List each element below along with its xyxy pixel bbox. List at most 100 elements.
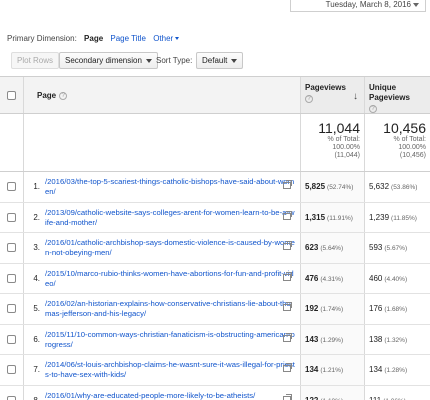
unique-pageviews-value: 1,239 (11.85%) xyxy=(369,213,417,222)
row-rank: 1. xyxy=(33,182,40,191)
chevron-down-icon xyxy=(231,58,238,63)
page-path-link[interactable]: /2013/09/catholic-website-says-colleges-… xyxy=(45,208,295,228)
plot-rows-button[interactable]: Plot Rows xyxy=(11,52,60,69)
totals-unique-values: 10,456 % of Total: 100.00% (10,456) xyxy=(383,120,426,160)
table-row: 6. /2015/11/10-common-ways-christian-fan… xyxy=(0,324,430,355)
select-all-checkbox[interactable] xyxy=(7,91,16,100)
header-unique-text: Unique Pageviews? xyxy=(369,83,423,113)
unique-pageviews-number: 176 xyxy=(369,304,383,313)
external-link-icon[interactable] xyxy=(283,363,292,372)
page-path-link[interactable]: /2015/10/marco-rubio-thinks-women-have-a… xyxy=(45,269,295,289)
dimension-page-title[interactable]: Page Title xyxy=(110,34,146,43)
page-path-link[interactable]: /2015/11/10-common-ways-christian-fanati… xyxy=(45,330,295,350)
external-link-icon[interactable] xyxy=(283,210,292,220)
unique-pageviews-value: 593 (5.67%) xyxy=(369,243,407,252)
unique-pageviews-number: 138 xyxy=(369,334,383,344)
row-checkbox-cell xyxy=(0,233,24,263)
external-link-icon[interactable] xyxy=(283,180,292,189)
pageviews-percent: (11.91%) xyxy=(327,214,353,222)
page-path-link[interactable]: /2016/03/the-top-5-scariest-things-catho… xyxy=(45,177,295,197)
header-pageviews-label: Pageviews xyxy=(305,83,346,92)
row-checkbox[interactable] xyxy=(7,243,16,252)
row-checkbox[interactable] xyxy=(7,273,16,283)
row-checkbox-cell xyxy=(0,202,24,232)
help-icon[interactable]: ? xyxy=(59,91,68,100)
table-row: 7. /2014/06/st-louis-archbishop-claims-h… xyxy=(0,355,430,386)
dimension-other[interactable]: Other xyxy=(153,34,180,43)
unique-pageviews-value: 460 (4.40%) xyxy=(369,274,407,283)
pageviews-percent: (1.29%) xyxy=(320,336,344,344)
dimension-page[interactable]: Page xyxy=(84,34,103,43)
table-row: 2. /2013/09/catholic-website-says-colleg… xyxy=(0,202,430,233)
unique-pageviews-percent: (1.32%) xyxy=(384,336,408,344)
external-link-icon[interactable] xyxy=(283,241,292,250)
table-row: 4. /2015/10/marco-rubio-thinks-women-hav… xyxy=(0,263,430,294)
unique-pageviews-value: 5,632 (53.86%) xyxy=(369,182,417,191)
header-page-label: Page xyxy=(37,91,57,100)
total-unique-pct: 100.00% xyxy=(398,144,426,151)
row-checkbox[interactable] xyxy=(7,304,16,313)
row-rank: 8. xyxy=(33,395,40,400)
external-link-icon[interactable] xyxy=(283,302,292,311)
header-pageviews[interactable]: Pageviews? ↓ xyxy=(300,77,364,113)
primary-dimension-bar: Primary Dimension: Page Page Title Other xyxy=(7,34,180,43)
external-link-icon[interactable] xyxy=(283,271,292,281)
chevron-down-icon xyxy=(145,58,152,63)
sort-type-value: Default xyxy=(202,56,228,65)
unique-pageviews-value: 111(1.06%) xyxy=(369,396,406,400)
sort-type-dropdown[interactable]: Default xyxy=(196,52,244,69)
row-checkbox[interactable] xyxy=(7,182,16,191)
pageviews-percent: (1.21%) xyxy=(320,367,344,374)
table-row: 5. /2016/02/an-historian-explains-how-co… xyxy=(0,294,430,325)
row-checkbox[interactable] xyxy=(7,334,16,344)
help-icon[interactable]: ? xyxy=(369,105,377,113)
chevron-down-icon xyxy=(413,2,419,7)
pageviews-number: 192 xyxy=(305,304,319,313)
unique-pageviews-number: 460 xyxy=(369,273,383,283)
page-path-link[interactable]: /2014/06/st-louis-archbishop-claims-he-w… xyxy=(45,360,295,380)
pageviews-value: 1,315 (11.91%) xyxy=(305,213,353,222)
pageviews-number: 623 xyxy=(305,243,319,252)
row-checkbox[interactable] xyxy=(7,212,16,222)
table-header: Page? Pageviews? ↓ Unique Pageviews? xyxy=(0,77,430,114)
sort-descending-icon[interactable]: ↓ xyxy=(353,91,358,102)
header-unique-pageviews[interactable]: Unique Pageviews? xyxy=(364,77,430,113)
total-pageviews-pct: 100.00% xyxy=(332,144,360,151)
external-link-icon[interactable] xyxy=(283,393,292,400)
dimension-other-label: Other xyxy=(153,34,174,43)
header-pageviews-text: Pageviews? xyxy=(305,83,346,103)
pageviews-number: 143 xyxy=(305,334,319,344)
page-path-link[interactable]: /2016/01/why-are-educated-people-more-li… xyxy=(45,391,295,400)
unique-pageviews-percent: (1.28%) xyxy=(384,367,408,374)
pageviews-number: 1,315 xyxy=(305,212,326,222)
table-toolbar: Plot Rows Secondary dimension Sort Type:… xyxy=(7,52,423,70)
page-path-link[interactable]: /2016/02/an-historian-explains-how-conse… xyxy=(45,299,295,319)
row-checkbox[interactable] xyxy=(7,395,16,400)
unique-pageviews-number: 134 xyxy=(369,365,383,374)
totals-pageviews-values: 11,044 % of Total: 100.00% (11,044) xyxy=(318,120,360,160)
row-rank: 6. xyxy=(33,334,40,344)
unique-pageviews-value: 134 (1.28%) xyxy=(369,365,407,374)
date-range-picker[interactable]: Tuesday, March 8, 2016 xyxy=(290,0,426,12)
pageviews-number: 134 xyxy=(305,365,319,374)
table-row: 3. /2016/01/catholic-archbishop-says-dom… xyxy=(0,233,430,264)
total-pageviews-pct-label: % of Total: xyxy=(327,136,360,143)
pageviews-value: 5,825 (52.74%) xyxy=(305,182,353,191)
secondary-dimension-dropdown[interactable]: Secondary dimension xyxy=(59,52,158,69)
unique-pageviews-percent: (11.85%) xyxy=(391,214,417,222)
pageviews-value: 122(1.10%) xyxy=(305,396,343,400)
table-body: 1. /2016/03/the-top-5-scariest-things-ca… xyxy=(0,172,430,400)
row-checkbox[interactable] xyxy=(7,365,16,374)
unique-pageviews-percent: (4.40%) xyxy=(384,275,408,283)
row-rank: 2. xyxy=(33,212,40,222)
external-link-icon[interactable] xyxy=(283,332,292,342)
chevron-down-icon xyxy=(175,37,180,41)
unique-pageviews-number: 5,632 xyxy=(369,182,390,191)
row-rank: 3. xyxy=(33,243,40,252)
unique-pageviews-value: 176 (1.68%) xyxy=(369,304,407,313)
pageviews-percent: (1.74%) xyxy=(320,306,344,313)
totals-row: 11,044 % of Total: 100.00% (11,044) 10,4… xyxy=(0,114,430,172)
page-path-link[interactable]: /2016/01/catholic-archbishop-says-domest… xyxy=(45,238,295,258)
header-page[interactable]: Page? xyxy=(37,91,68,100)
help-icon[interactable]: ? xyxy=(305,95,313,103)
